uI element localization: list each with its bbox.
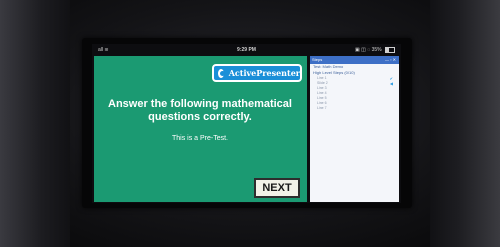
steps-header: Steps — ▫ ✕ bbox=[310, 56, 399, 64]
logo-circle-icon bbox=[218, 68, 225, 78]
battery-icon bbox=[385, 46, 395, 53]
activepresenter-logo: ActivePresenter bbox=[212, 64, 302, 82]
panel-window-controls[interactable]: — ▫ ✕ bbox=[385, 56, 396, 64]
step-item[interactable]: Line 7 bbox=[310, 106, 399, 111]
tablet-screen: all ≋ 9:29 PM ▣ ◫ ◌ 35% ActivePresenter … bbox=[92, 44, 401, 203]
presentation-slide: ActivePresenter Answer the following mat… bbox=[94, 56, 307, 202]
step-item-label: Line 4 bbox=[317, 91, 327, 95]
step-item-label: Line 7 bbox=[317, 106, 327, 110]
next-button[interactable]: NEXT bbox=[254, 178, 300, 198]
slide-subtitle: This is a Pre-Test. bbox=[171, 135, 228, 142]
step-item-label: Line 3 bbox=[317, 86, 327, 90]
headline-line-2: questions correctly. bbox=[148, 111, 252, 123]
status-bar: all ≋ 9:29 PM ▣ ◫ ◌ 35% bbox=[92, 44, 401, 56]
steps-panel: Steps — ▫ ✕ Test: Math Demo High Level S… bbox=[310, 56, 399, 202]
step-item-label: Line 1 bbox=[317, 76, 327, 80]
step-item-label: Slide 2 bbox=[317, 81, 328, 85]
battery-indicator: ▣ ◫ ◌ 35% bbox=[355, 44, 395, 56]
headline-line-1: Answer the following mathematical bbox=[108, 98, 292, 110]
right-frame bbox=[430, 0, 500, 247]
logo-text: ActivePresenter bbox=[228, 68, 300, 78]
steps-title: Steps bbox=[312, 57, 323, 62]
battery-label: ▣ ◫ ◌ 35% bbox=[355, 47, 382, 53]
left-frame bbox=[0, 0, 70, 247]
step-item-label: Line 6 bbox=[317, 101, 327, 105]
step-item-label: Line 5 bbox=[317, 96, 327, 100]
slide-headline: Answer the following mathematical questi… bbox=[100, 98, 300, 124]
